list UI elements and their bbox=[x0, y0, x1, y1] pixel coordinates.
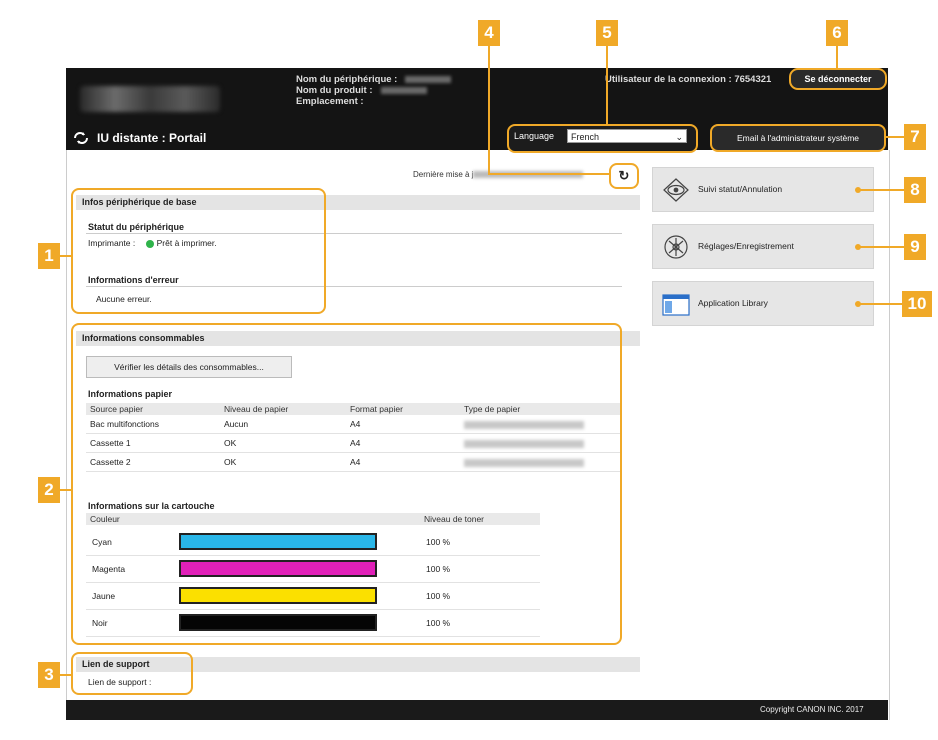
callout-connector bbox=[836, 46, 838, 69]
callout-connector bbox=[858, 246, 904, 248]
status-monitor-button[interactable]: Suivi statut/Annulation bbox=[652, 167, 874, 212]
device-info: Nom du périphérique : Nom du produit : E… bbox=[296, 74, 452, 107]
callout-8: 8 bbox=[904, 177, 926, 203]
language-value: French bbox=[571, 132, 600, 142]
support-highlight bbox=[71, 652, 193, 695]
callout-2: 2 bbox=[38, 477, 60, 503]
consumables-highlight bbox=[71, 323, 622, 645]
callout-dot bbox=[855, 187, 861, 193]
window-icon bbox=[661, 290, 691, 318]
callout-4: 4 bbox=[478, 20, 500, 46]
settings-icon bbox=[661, 233, 691, 261]
callout-connector bbox=[60, 674, 72, 676]
brand-logo bbox=[80, 86, 220, 112]
callout-connector bbox=[884, 136, 904, 138]
language-label: Language bbox=[514, 131, 555, 141]
callout-3: 3 bbox=[38, 662, 60, 688]
callout-connector bbox=[488, 173, 610, 175]
settings-registration-button[interactable]: Réglages/Enregistrement bbox=[652, 224, 874, 269]
callout-7: 7 bbox=[904, 124, 926, 150]
basic-info-highlight bbox=[71, 188, 326, 314]
language-select[interactable]: French ⌄ bbox=[567, 129, 687, 143]
chevron-down-icon: ⌄ bbox=[675, 132, 683, 142]
application-library-label: Application Library bbox=[698, 298, 768, 308]
settings-registration-label: Réglages/Enregistrement bbox=[698, 241, 794, 251]
callout-9: 9 bbox=[904, 234, 926, 260]
eye-icon bbox=[661, 176, 691, 204]
email-admin-button[interactable]: Email à l'administrateur système bbox=[710, 124, 886, 152]
callout-dot bbox=[855, 301, 861, 307]
copyright-text: Copyright CANON INC. 2017 bbox=[760, 705, 864, 714]
location-label: Emplacement : bbox=[296, 96, 364, 107]
callout-dot bbox=[855, 244, 861, 250]
portal-icon bbox=[72, 130, 88, 146]
refresh-icon[interactable]: ↻ bbox=[609, 163, 639, 189]
callout-connector bbox=[488, 46, 490, 174]
callout-5: 5 bbox=[596, 20, 618, 46]
callout-6: 6 bbox=[826, 20, 848, 46]
status-monitor-label: Suivi statut/Annulation bbox=[698, 184, 783, 194]
callout-connector bbox=[606, 46, 608, 125]
callout-connector bbox=[858, 303, 902, 305]
callout-connector bbox=[858, 189, 904, 191]
application-library-button[interactable]: Application Library bbox=[652, 281, 874, 326]
page-title: IU distante : Portail bbox=[97, 131, 207, 145]
callout-10: 10 bbox=[902, 291, 932, 317]
logout-button[interactable]: Se déconnecter bbox=[789, 68, 887, 90]
device-name-label: Nom du périphérique : bbox=[296, 74, 398, 85]
callout-1: 1 bbox=[38, 243, 60, 269]
callout-connector bbox=[60, 489, 72, 491]
product-name-label: Nom du produit : bbox=[296, 85, 373, 96]
login-user-label: Utilisateur de la connexion : 7654321 bbox=[605, 74, 772, 85]
callout-connector bbox=[60, 255, 72, 257]
